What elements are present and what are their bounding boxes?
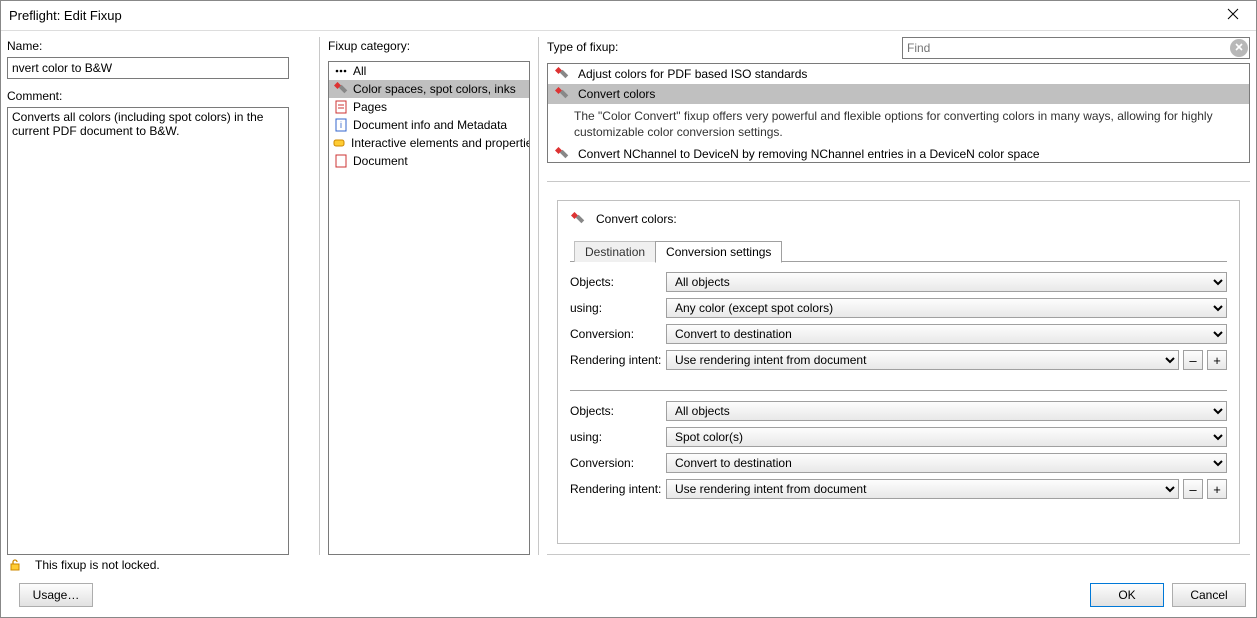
footer: Usage… OK Cancel (1, 573, 1256, 617)
using-select[interactable]: Any color (except spot colors) (666, 298, 1227, 318)
page-icon (333, 99, 349, 115)
fixup-item-title: Convert NChannel to DeviceN by removing … (578, 147, 1040, 161)
tab-conversion-settings[interactable]: Conversion settings (655, 241, 782, 263)
close-button[interactable] (1210, 1, 1256, 31)
docinfo-icon: i (333, 117, 349, 133)
conversion-select[interactable]: Convert to destination (666, 324, 1227, 344)
remove-block-button[interactable]: – (1183, 479, 1203, 499)
conversion-label: Conversion: (570, 327, 666, 341)
fixup-item[interactable]: Adjust colors for PDF based ISO standard… (548, 64, 1249, 84)
remove-block-button[interactable]: – (1183, 350, 1203, 370)
category-item-interactive[interactable]: Interactive elements and properties (329, 134, 529, 152)
category-item-colorspaces[interactable]: Color spaces, spot colors, inks (329, 80, 529, 98)
document-icon (333, 153, 349, 169)
conversion-label: Conversion: (570, 456, 666, 470)
unlocked-icon (7, 557, 23, 573)
wrench-icon (333, 81, 349, 97)
ok-button[interactable]: OK (1090, 583, 1164, 607)
close-icon (1234, 42, 1244, 54)
tab-destination[interactable]: Destination (574, 241, 656, 262)
find-clear-button[interactable] (1230, 39, 1248, 57)
objects-select[interactable]: All objects (666, 401, 1227, 421)
settings-panel: Convert colors: Destination Conversion s… (547, 181, 1250, 555)
panel-title: Convert colors: (596, 212, 677, 226)
dots-icon (333, 63, 349, 79)
category-item-label: Color spaces, spot colors, inks (353, 82, 516, 96)
divider (319, 37, 320, 555)
svg-text:i: i (340, 120, 342, 130)
using-label: using: (570, 430, 666, 444)
middle-column: Fixup category: All Color spaces, spot c… (328, 37, 538, 555)
comment-label: Comment: (7, 89, 311, 103)
wrench-icon (554, 86, 570, 102)
add-block-button[interactable]: + (1207, 479, 1227, 499)
block-separator (570, 390, 1227, 391)
fixup-item-selected[interactable]: Convert colors (548, 84, 1249, 104)
cancel-button[interactable]: Cancel (1172, 583, 1246, 607)
fixup-item-desc: The "Color Convert" fixup offers very po… (548, 104, 1249, 144)
category-item-label: Document info and Metadata (353, 118, 507, 132)
rendering-label: Rendering intent: (570, 482, 666, 496)
titlebar: Preflight: Edit Fixup (1, 1, 1256, 31)
using-select[interactable]: Spot color(s) (666, 427, 1227, 447)
category-item-label: Pages (353, 100, 387, 114)
fixup-item-title: Convert colors (578, 87, 655, 101)
add-block-button[interactable]: + (1207, 350, 1227, 370)
dialog-title: Preflight: Edit Fixup (9, 8, 122, 23)
dialog-window: Preflight: Edit Fixup Name: Comment: Con… (0, 0, 1257, 618)
settings-block-2: Objects: All objects using: Spot color(s… (570, 401, 1227, 505)
usage-button[interactable]: Usage… (19, 583, 93, 607)
rendering-label: Rendering intent: (570, 353, 666, 367)
category-label: Fixup category: (328, 39, 530, 53)
category-item-pages[interactable]: Pages (329, 98, 529, 116)
category-item-label: All (353, 64, 366, 78)
category-item-label: Interactive elements and properties (351, 136, 529, 150)
name-label: Name: (7, 39, 311, 53)
settings-block-1: Objects: All objects using: Any color (e… (570, 272, 1227, 376)
wrench-icon (570, 211, 586, 227)
close-icon (1227, 7, 1239, 24)
using-label: using: (570, 301, 666, 315)
rendering-select[interactable]: Use rendering intent from document (666, 350, 1179, 370)
category-item-document[interactable]: Document (329, 152, 529, 170)
category-list[interactable]: All Color spaces, spot colors, inks Page… (328, 61, 530, 555)
category-item-docinfo[interactable]: i Document info and Metadata (329, 116, 529, 134)
interactive-icon (333, 135, 347, 151)
category-item-label: Document (353, 154, 408, 168)
right-column: Type of fixup: Adjus (547, 37, 1250, 555)
category-item-all[interactable]: All (329, 62, 529, 80)
type-label: Type of fixup: (547, 40, 618, 54)
left-column: Name: Comment: Converts all colors (incl… (7, 37, 319, 555)
objects-label: Objects: (570, 404, 666, 418)
lock-status-row: This fixup is not locked. (1, 555, 1256, 573)
rendering-select[interactable]: Use rendering intent from document (666, 479, 1179, 499)
conversion-select[interactable]: Convert to destination (666, 453, 1227, 473)
lock-status-text: This fixup is not locked. (35, 558, 160, 572)
fixup-description: The "Color Convert" fixup offers very po… (574, 106, 1245, 142)
wrench-icon (554, 66, 570, 82)
fixup-type-list[interactable]: Adjust colors for PDF based ISO standard… (547, 63, 1250, 163)
name-input[interactable] (7, 57, 289, 79)
objects-label: Objects: (570, 275, 666, 289)
divider (538, 37, 539, 555)
fixup-item[interactable]: Convert NChannel to DeviceN by removing … (548, 144, 1249, 163)
wrench-icon (554, 146, 570, 162)
comment-textarea[interactable]: Converts all colors (including spot colo… (7, 107, 289, 555)
find-input[interactable] (902, 37, 1250, 59)
objects-select[interactable]: All objects (666, 272, 1227, 292)
fixup-item-title: Adjust colors for PDF based ISO standard… (578, 67, 807, 81)
